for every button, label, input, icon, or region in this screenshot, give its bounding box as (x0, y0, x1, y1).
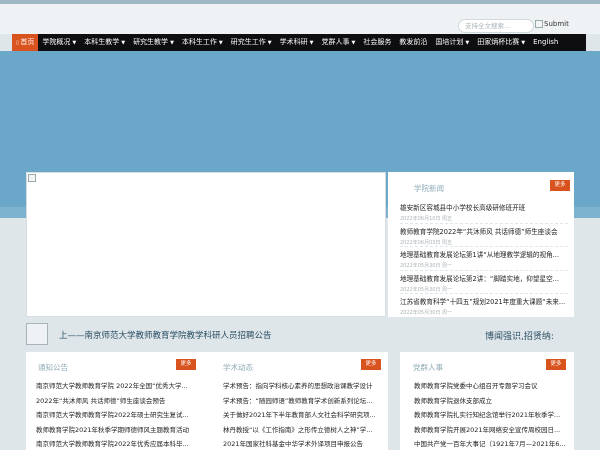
news-item-title: 江苏省教育科学“十四五”规划2021年度重大课题“未来... (400, 298, 566, 306)
caret-down-icon: ▼ (309, 40, 314, 46)
list-item[interactable]: 2021年国家社科基金中华学术外译项目申报公告 (223, 438, 383, 450)
nav-item-11[interactable]: 田家炳杯比赛 ▼ (473, 34, 529, 51)
news-item-date: 2022年05月30日 周一 (400, 286, 453, 293)
list-item[interactable]: 南京师范大学教师教育学院 2022年全国“优秀大学... (36, 380, 208, 395)
caret-down-icon: ▼ (521, 40, 526, 46)
list-item[interactable]: 教师教育学院党委中心组召开专题学习会议 (414, 380, 569, 395)
list-item[interactable]: 林丹教授“以《工作指南》之形传立德树人之神”学... (223, 424, 383, 439)
list-item[interactable]: 学术预告：指向学科核心素养的思想政治课教学设计 (223, 380, 383, 395)
nav-item-7[interactable]: 党群人事 ▼ (318, 34, 360, 51)
nav-item-label: 本科生工作 (181, 38, 217, 46)
news-item[interactable]: 地理基础教育发展论坛第2讲：“脚踏实地，仰望星空... 2022年05月30日 周… (400, 271, 568, 294)
nav-item-label: 教发前沿 (399, 38, 428, 46)
list-item[interactable]: 学术预告：“随园师语”教师教育学术创新系列论坛... (223, 395, 383, 410)
broken-image-icon (535, 20, 543, 28)
announcement-image (26, 323, 48, 345)
nav-item-label: 社会服务 (363, 38, 392, 46)
caret-down-icon: ▼ (218, 40, 223, 46)
news-panel: 学院新闻 更多 雄安新区容城县中小学校长高级研修班开班 2022年06月10日 周… (388, 172, 574, 318)
list-item[interactable]: 教师教育学院扎实行知纪念馆举行2021年秋季学... (414, 409, 569, 424)
announcement-link[interactable]: 上——南京师范大学教师教育学院教学科研人员招聘公告 (59, 329, 272, 341)
nav-item-label: 国培计划 (435, 38, 464, 46)
news-panel-title: 学院新闻 (414, 184, 444, 193)
party-column-title: 党群人事 (413, 363, 443, 372)
news-item[interactable]: 地理基础教育发展论坛第1讲“从地理教学逻辑的视角... 2022年05月30日 周… (400, 247, 568, 271)
search-submit-label: Submit (544, 20, 569, 28)
top-strip (0, 0, 600, 4)
slogan: 博闻强识,招贤纳: (485, 332, 554, 342)
academic-column: 学术动态 更多 学术预告：指向学科核心素养的思想政治课教学设计 学术预告：“随园师… (213, 352, 388, 450)
list-item[interactable]: 教师教育学院开展2021年网络安全宣传周校园日... (414, 424, 569, 439)
party-list: 教师教育学院党委中心组召开专题学习会议 教师教育学院退休支部成立 教师教育学院扎实行… (414, 380, 569, 450)
notice-column-title: 通知公告 (38, 363, 68, 372)
news-item[interactable]: 教师教育学院2022年“共沐师风 共话师德”师生座谈会 2022年06月03日 周… (400, 224, 568, 247)
nav-item-8[interactable]: 社会服务 (359, 34, 395, 51)
news-list: 雄安新区容城县中小学校长高级研修班开班 2022年06月10日 周五教师教育学院2… (400, 200, 568, 318)
academic-list: 学术预告：指向学科核心素养的思想政治课教学设计 学术预告：“随园师语”教师教育学术… (223, 380, 383, 450)
news-item-date: 2022年05月30日 周一 (400, 263, 453, 269)
notice-column: 通知公告 更多 南京师范大学教师教育学院 2022年全国“优秀大学... 2022… (26, 352, 216, 450)
news-item-title: 教师教育学院2022年“共沐师风 共话师德”师生座谈会 (400, 227, 558, 236)
nav-item-10[interactable]: 国培计划 ▼ (431, 34, 473, 51)
nav-item-label: 研究生教学 (133, 38, 169, 46)
notice-more-button[interactable]: 更多 (176, 359, 196, 370)
caret-down-icon: ▼ (170, 40, 174, 46)
announcement-bar: 上——南京师范大学教师教育学院教学科研人员招聘公告 博闻强识,招贤纳: (26, 322, 574, 346)
nav-item-label: 研究生工作 (230, 38, 266, 46)
image-slider[interactable] (26, 172, 386, 317)
nav-item-5[interactable]: 研究生工作 ▼ (227, 34, 276, 51)
search-submit-button[interactable]: Submit (535, 20, 569, 28)
caret-down-icon: ▼ (72, 40, 77, 46)
nav-item-0[interactable]: ▯ 首页 (12, 34, 39, 51)
nav-item-label: 党群人事 (321, 38, 350, 46)
news-item-date: 2022年05月30日 周一 (400, 310, 453, 316)
nav-item-12[interactable]: English (529, 34, 562, 51)
broken-image-icon (28, 174, 36, 182)
list-item[interactable]: 南京师范大学教师教育学院2022年优秀应届本科毕... (36, 438, 208, 450)
nav-item-4[interactable]: 本科生工作 ▼ (178, 34, 227, 51)
list-item[interactable]: 南京师范大学教师教育学院2022年硕士研究生复试... (36, 409, 208, 424)
nav-item-label: 田家炳杯比赛 (477, 38, 520, 46)
nav-item-1[interactable]: 学院概况 ▼ (38, 34, 80, 51)
party-column: 党群人事 更多 教师教育学院党委中心组召开专题学习会议 教师教育学院退休支部成立教… (400, 352, 574, 450)
caret-down-icon: ▼ (121, 40, 126, 46)
nav-item-3[interactable]: 研究生教学 ▼ (129, 34, 178, 51)
list-item[interactable]: 教师教育学院退休支部成立 (414, 395, 569, 410)
nav-item-9[interactable]: 教发前沿 (395, 34, 431, 51)
list-item[interactable]: 教师教育学院2021年秋季学期师德师风主题教育活动 (36, 424, 208, 439)
list-item[interactable]: 中国共产党一百年大事记（1921年7月—2021年6... (414, 438, 569, 450)
academic-column-title: 学术动态 (223, 363, 253, 372)
nav-item-2[interactable]: 本科生教学 ▼ (80, 34, 129, 51)
notice-list: 南京师范大学教师教育学院 2022年全国“优秀大学... 2022年“共沐师风 共… (36, 380, 208, 450)
nav-item-label: English (533, 38, 559, 46)
news-item[interactable]: 雄安新区容城县中小学校长高级研修班开班 2022年06月10日 周五 (400, 200, 568, 224)
party-more-button[interactable]: 更多 (546, 359, 566, 370)
news-item-title: 地理基础教育发展论坛第1讲“从地理教学逻辑的视角... (400, 251, 559, 259)
academic-more-button[interactable]: 更多 (361, 359, 381, 370)
news-item[interactable]: 江苏省教育科学“十四五”规划2021年度重大课题“未来... 2022年05月30… (400, 294, 568, 318)
list-item[interactable]: 2022年“共沐师风 共话师德”师生座谈会预告 (36, 395, 208, 410)
nav-item-label: 本科生教学 (84, 38, 120, 46)
list-item[interactable]: 关于做好2021年下半年教育部人文社会科学研究项... (223, 409, 383, 424)
caret-down-icon: ▼ (351, 40, 356, 46)
caret-down-icon: ▼ (465, 40, 470, 46)
nav-item-label: 首页 (20, 38, 35, 46)
nav-item-label: 学院概况 (42, 38, 71, 46)
news-item-date: 2022年06月03日 周五 (400, 239, 453, 246)
nav-item-6[interactable]: 学术科研 ▼ (276, 34, 318, 51)
nav-item-label: 学术科研 (279, 38, 308, 46)
search-input[interactable]: 支持全文搜索... (458, 19, 534, 33)
caret-down-icon: ▼ (267, 40, 272, 46)
main-nav: ▯ 首页 学院概况 ▼ 本科生教学 ▼ 研究生教学 ▼ 本科生工作 ▼ 研究生工作 ▼ 学术科研 ▼ 党群… (12, 34, 586, 51)
news-more-button[interactable]: 更多 (550, 180, 570, 191)
news-item-date: 2022年06月10日 周五 (400, 216, 453, 222)
news-item-title: 地理基础教育发展论坛第2讲：“脚踏实地，仰望星空... (400, 274, 559, 283)
news-item-title: 雄安新区容城县中小学校长高级研修班开班 (400, 204, 526, 212)
